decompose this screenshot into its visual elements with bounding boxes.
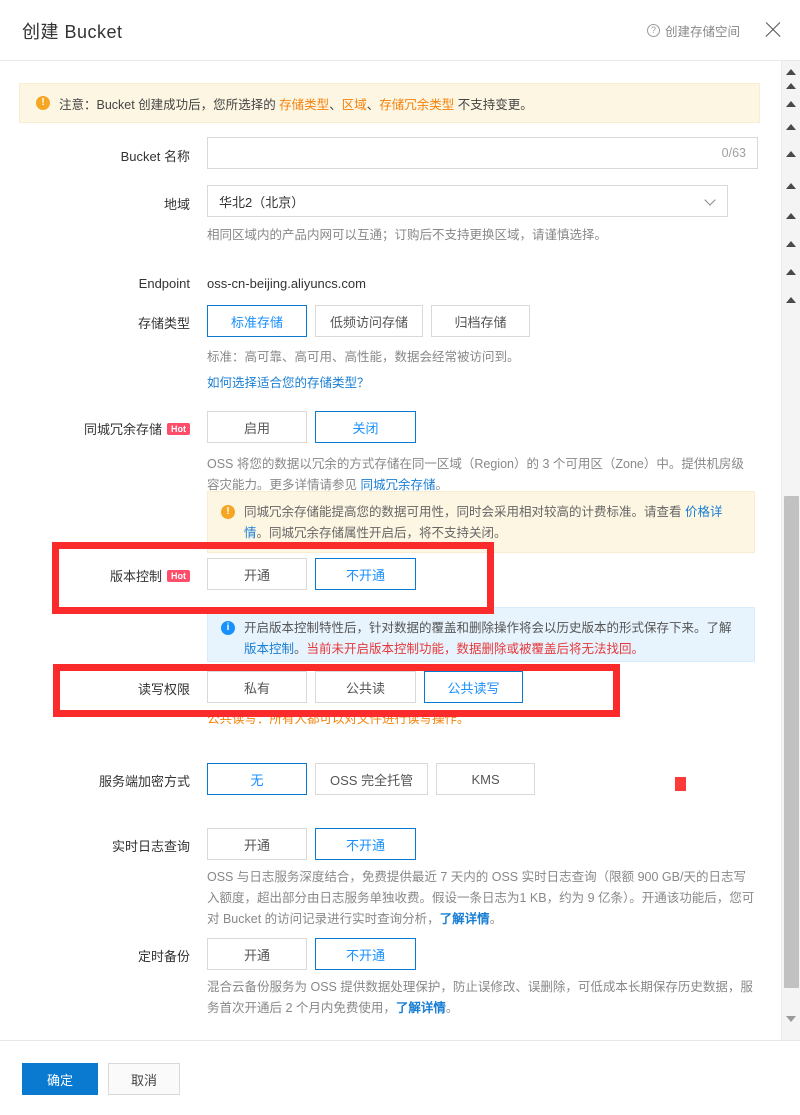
realtime-log-description: OSS 与日志服务深度结合，免费提供最近 7 天内的 OSS 实时日志查询（限额… bbox=[207, 870, 755, 926]
zone-redundancy-group: 启用 关闭 bbox=[207, 411, 424, 443]
create-bucket-dialog: 创建 Bucket ? 创建存储空间 ! 注意：Bucket 创建成功后，您所选… bbox=[0, 0, 800, 1115]
scheduled-backup-option-disable[interactable]: 不开通 bbox=[315, 938, 416, 970]
endpoint-value: oss-cn-beijing.aliyuncs.com bbox=[207, 276, 366, 291]
storage-class-description: 标准：高可靠、高可用、高性能，数据会经常被访问到。 bbox=[207, 350, 520, 364]
triangle-down-icon[interactable] bbox=[786, 1016, 797, 1024]
triangle-up-icon[interactable] bbox=[786, 151, 797, 159]
triangle-up-icon[interactable] bbox=[786, 124, 797, 132]
acl-option-public-read[interactable]: 公共读 bbox=[315, 671, 416, 703]
header-actions: ? 创建存储空间 bbox=[646, 19, 784, 41]
storage-class-label: 存储类型 bbox=[137, 316, 190, 331]
cancel-button[interactable]: 取消 bbox=[108, 1063, 180, 1095]
versioning-warning-text: 当前未开启版本控制功能，数据删除或被覆盖后将无法找回。 bbox=[306, 642, 645, 656]
help-link[interactable]: ? 创建存储空间 bbox=[646, 21, 740, 40]
triangle-up-icon[interactable] bbox=[786, 69, 797, 77]
scheduled-backup-group: 开通 不开通 bbox=[207, 938, 424, 970]
realtime-log-option-disable[interactable]: 不开通 bbox=[315, 828, 416, 860]
chevron-down-icon bbox=[705, 196, 716, 207]
hot-badge: Hot bbox=[167, 570, 190, 582]
realtime-log-group: 开通 不开通 bbox=[207, 828, 424, 860]
zone-redundancy-doc-link[interactable]: 同城冗余存储 bbox=[360, 478, 435, 492]
encryption-option-kms[interactable]: KMS bbox=[436, 763, 536, 795]
red-square-marker bbox=[675, 777, 686, 791]
storage-class-help-link[interactable]: 如何选择适合您的存储类型？ bbox=[207, 373, 370, 394]
bucket-name-input[interactable]: 0/63 bbox=[207, 137, 758, 169]
acl-option-public-read-write[interactable]: 公共读写 bbox=[424, 671, 523, 703]
scheduled-backup-option-enable[interactable]: 开通 bbox=[207, 938, 307, 970]
warning-icon: ! bbox=[36, 96, 50, 110]
triangle-up-icon[interactable] bbox=[786, 241, 797, 249]
confirm-button[interactable]: 确定 bbox=[22, 1063, 98, 1095]
warning-icon: ! bbox=[221, 505, 235, 519]
acl-label: 读写权限 bbox=[137, 682, 190, 697]
notice-emphasis-3: 存储冗余类型 bbox=[379, 97, 455, 112]
scheduled-backup-doc-link[interactable]: 了解详情 bbox=[396, 1001, 446, 1015]
help-label: 创建存储空间 bbox=[664, 24, 740, 39]
notice-emphasis-1: 存储类型 bbox=[279, 97, 330, 112]
scheduled-backup-description: 混合云备份服务为 OSS 提供数据处理保护，防止误修改、误删除，可低成本长期保存… bbox=[207, 980, 753, 1015]
region-value: 华北2（北京） bbox=[219, 194, 305, 210]
bucket-name-counter: 0/63 bbox=[721, 146, 746, 160]
versioning-doc-link[interactable]: 版本控制 bbox=[244, 642, 294, 656]
notice-emphasis-2: 区域 bbox=[341, 97, 367, 112]
info-icon: i bbox=[221, 621, 235, 635]
hot-badge: Hot bbox=[167, 423, 190, 435]
dialog-body: ! 注意：Bucket 创建成功后，您所选择的 存储类型、区域、存储冗余类型 不… bbox=[0, 61, 781, 1040]
vertical-scrollbar[interactable] bbox=[781, 61, 800, 1040]
encryption-option-oss-managed[interactable]: OSS 完全托管 bbox=[315, 763, 429, 795]
triangle-up-icon[interactable] bbox=[786, 269, 797, 277]
triangle-up-icon[interactable] bbox=[786, 183, 797, 191]
storage-class-group: 标准存储 低频访问存储 归档存储 bbox=[207, 305, 538, 337]
versioning-info-text: 开启版本控制特性后，针对数据的覆盖和删除操作将会以历史版本的形式保存下来。了解 … bbox=[244, 621, 732, 656]
triangle-up-icon[interactable] bbox=[786, 213, 797, 221]
storage-class-option-archive[interactable]: 归档存储 bbox=[431, 305, 531, 337]
versioning-group: 开通 不开通 bbox=[207, 558, 424, 590]
realtime-log-option-enable[interactable]: 开通 bbox=[207, 828, 307, 860]
zone-redundancy-option-enable[interactable]: 启用 bbox=[207, 411, 307, 443]
region-select[interactable]: 华北2（北京） bbox=[207, 185, 728, 217]
question-circle-icon: ? bbox=[646, 23, 660, 37]
versioning-info-box: i 开启版本控制特性后，针对数据的覆盖和删除操作将会以历史版本的形式保存下来。了… bbox=[207, 607, 755, 662]
versioning-option-disable[interactable]: 不开通 bbox=[315, 558, 416, 590]
versioning-option-enable[interactable]: 开通 bbox=[207, 558, 307, 590]
endpoint-label: Endpoint bbox=[138, 276, 190, 291]
storage-class-option-ia[interactable]: 低频访问存储 bbox=[315, 305, 424, 337]
acl-group: 私有 公共读 公共读写 bbox=[207, 671, 531, 703]
region-label: 地域 bbox=[163, 197, 190, 212]
realtime-log-doc-link[interactable]: 了解详情 bbox=[440, 912, 490, 926]
bucket-name-label: Bucket 名称 bbox=[120, 149, 190, 164]
versioning-label: 版本控制 Hot bbox=[10, 566, 190, 585]
triangle-up-icon[interactable] bbox=[786, 297, 797, 305]
encryption-label: 服务端加密方式 bbox=[98, 774, 190, 789]
triangle-up-icon[interactable] bbox=[786, 101, 797, 109]
notice-text: 注意：Bucket 创建成功后，您所选择的 存储类型、区域、存储冗余类型 不支持… bbox=[59, 97, 533, 112]
acl-description: 公共读写：所有人都可以对文件进行读写操作。 bbox=[207, 712, 470, 726]
zone-redundancy-option-disable[interactable]: 关闭 bbox=[315, 411, 416, 443]
scrollbar-thumb[interactable] bbox=[784, 496, 799, 988]
zone-redundancy-info-box: ! 同城冗余存储能提高您的数据可用性，同时会采用相对较高的计费标准。请查看 价格… bbox=[207, 491, 755, 553]
triangle-up-icon[interactable] bbox=[786, 83, 797, 91]
acl-option-private[interactable]: 私有 bbox=[207, 671, 307, 703]
close-icon[interactable] bbox=[762, 19, 784, 41]
storage-class-option-standard[interactable]: 标准存储 bbox=[207, 305, 307, 337]
region-description: 相同区域内的产品内网可以互通；订购后不支持更换区域，请谨慎选择。 bbox=[207, 228, 608, 242]
notice-banner: ! 注意：Bucket 创建成功后，您所选择的 存储类型、区域、存储冗余类型 不… bbox=[19, 83, 760, 123]
scheduled-backup-label: 定时备份 bbox=[137, 949, 190, 964]
dialog-footer: 确定 取消 bbox=[0, 1040, 800, 1115]
zone-redundancy-info-text: 同城冗余存储能提高您的数据可用性，同时会采用相对较高的计费标准。请查看 价格详情… bbox=[244, 505, 723, 540]
realtime-log-label: 实时日志查询 bbox=[111, 839, 190, 854]
zone-redundancy-label: 同城冗余存储 Hot bbox=[10, 419, 190, 438]
zone-redundancy-description: OSS 将您的数据以冗余的方式存储在同一区域（Region）的 3 个可用区（Z… bbox=[207, 457, 744, 492]
dialog-header: 创建 Bucket ? 创建存储空间 bbox=[0, 0, 800, 61]
encryption-group: 无 OSS 完全托管 KMS bbox=[207, 763, 543, 795]
encryption-option-none[interactable]: 无 bbox=[207, 763, 307, 795]
page-title: 创建 Bucket bbox=[22, 22, 123, 42]
